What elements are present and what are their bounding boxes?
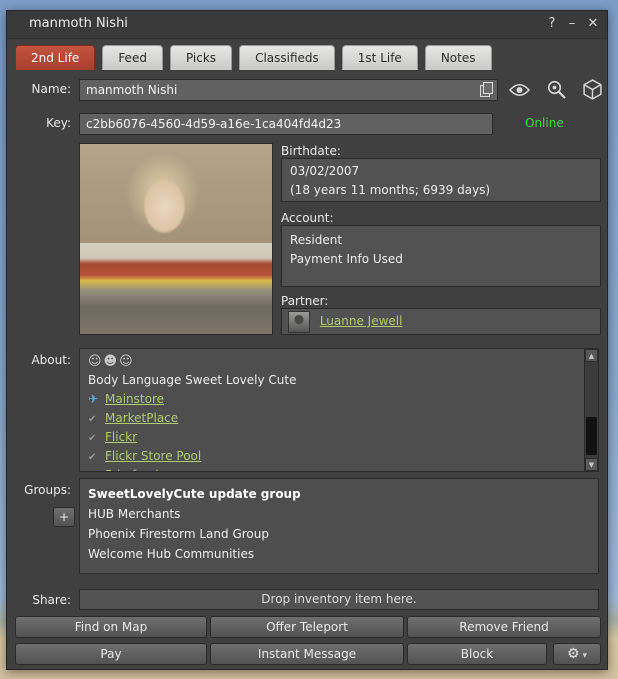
birthdate-label: Birthdate: <box>281 144 341 158</box>
link-check-icon: ✔ <box>88 467 105 471</box>
tab-2nd-life[interactable]: 2nd Life <box>15 45 96 70</box>
account-box: Resident Payment Info Used <box>281 225 601 287</box>
inventory-cube-icon[interactable] <box>579 78 605 100</box>
link-check-icon: ✔ <box>88 433 97 444</box>
tab-classifieds[interactable]: Classifieds <box>239 45 335 70</box>
add-group-button[interactable]: + <box>53 507 75 527</box>
groups-label: Groups: <box>24 483 71 497</box>
close-button[interactable]: ✕ <box>584 15 602 33</box>
copy-icon[interactable] <box>480 82 493 97</box>
window-title: manmoth Nishi <box>29 16 128 31</box>
key-label: Key: <box>46 116 71 130</box>
about-label: About: <box>31 353 71 367</box>
online-status: Online <box>525 116 564 130</box>
about-link-row-flickr-store-pool: ✔ Flickr Store Pool <box>88 447 576 466</box>
scroll-track[interactable] <box>585 362 598 458</box>
inventory-drop-target[interactable]: Drop inventory item here. <box>79 589 599 610</box>
about-link-flickr[interactable]: Flickr <box>105 430 137 444</box>
pay-button[interactable]: Pay <box>15 643 207 665</box>
remove-friend-button[interactable]: Remove Friend <box>407 616 601 638</box>
share-label: Share: <box>32 593 71 607</box>
account-type: Resident <box>290 233 343 247</box>
tab-feed[interactable]: Feed <box>102 45 163 70</box>
name-label: Name: <box>31 82 71 96</box>
paper-plane-icon: ✈ <box>88 392 99 406</box>
find-on-map-button[interactable]: Find on Map <box>15 616 207 638</box>
about-link-mainstore[interactable]: Mainstore <box>105 392 164 406</box>
chevron-down-icon: ▾ <box>582 651 588 661</box>
desktop-background: manmoth Nishi ? – ✕ 2nd Life Feed Picks … <box>0 0 618 679</box>
profile-photo[interactable] <box>79 143 273 335</box>
account-label: Account: <box>281 211 334 225</box>
about-link-marketplace[interactable]: MarketPlace <box>105 411 178 425</box>
about-emoticons: ☺☻☺ <box>88 354 135 369</box>
profile-window: manmoth Nishi ? – ✕ 2nd Life Feed Picks … <box>6 10 608 670</box>
account-payment-info: Payment Info Used <box>290 252 403 266</box>
offer-teleport-button[interactable]: Offer Teleport <box>210 616 404 638</box>
birthdate-value: 03/02/2007 <box>290 164 360 178</box>
link-check-icon: ✔ <box>88 452 97 463</box>
about-link-primfeed[interactable]: Primfeed <box>105 468 159 471</box>
instant-message-button[interactable]: Instant Message <box>210 643 404 665</box>
eye-icon[interactable] <box>506 79 532 101</box>
window-titlebar[interactable]: manmoth Nishi ? – ✕ <box>7 11 607 39</box>
groups-box: SweetLovelyCute update group HUB Merchan… <box>79 478 599 574</box>
name-input[interactable] <box>79 79 498 101</box>
about-box[interactable]: ☺☻☺ Body Language Sweet Lovely Cute ✈ Mai… <box>79 348 599 472</box>
birthdate-box: 03/02/2007 (18 years 11 months; 6939 day… <box>281 158 601 202</box>
group-item[interactable]: HUB Merchants <box>88 504 590 524</box>
scroll-up-icon[interactable]: ▲ <box>585 349 598 362</box>
link-check-icon: ✔ <box>88 414 97 425</box>
about-intro: Body Language Sweet Lovely Cute <box>88 373 297 387</box>
partner-label: Partner: <box>281 294 329 308</box>
partner-name-link[interactable]: Luanne Jewell <box>320 314 403 328</box>
partner-box: Luanne Jewell <box>281 308 601 335</box>
scroll-down-icon[interactable]: ▼ <box>585 458 598 471</box>
gear-icon: ⚙ <box>566 646 580 662</box>
inspect-magnifier-icon[interactable] <box>543 78 569 100</box>
profile-tabbar: 2nd Life Feed Picks Classifieds 1st Life… <box>15 45 492 70</box>
block-button[interactable]: Block <box>407 643 547 665</box>
tab-picks[interactable]: Picks <box>169 45 233 70</box>
help-button[interactable]: ? <box>543 15 561 33</box>
about-scrollbar[interactable]: ▲ ▼ <box>584 349 598 471</box>
group-item[interactable]: Phoenix Firestorm Land Group <box>88 524 590 544</box>
minimize-button[interactable]: – <box>563 15 581 33</box>
tab-1st-life[interactable]: 1st Life <box>341 45 418 70</box>
group-item[interactable]: Welcome Hub Communities <box>88 544 590 564</box>
about-link-flickr-store-pool[interactable]: Flickr Store Pool <box>105 449 201 463</box>
partner-avatar[interactable] <box>288 310 310 333</box>
group-item[interactable]: SweetLovelyCute update group <box>88 484 590 504</box>
about-link-row-marketplace: ✔ MarketPlace <box>88 409 576 428</box>
about-link-row-flickr: ✔ Flickr <box>88 428 576 447</box>
about-link-row-primfeed: ✔Primfeed <box>88 466 576 471</box>
birthdate-age: (18 years 11 months; 6939 days) <box>290 183 491 197</box>
key-input[interactable] <box>79 113 493 135</box>
scroll-thumb[interactable] <box>586 416 597 456</box>
about-content: ☺☻☺ Body Language Sweet Lovely Cute ✈ Mai… <box>80 349 584 471</box>
about-link-row-mainstore: ✈ Mainstore <box>88 390 576 409</box>
gear-menu-button[interactable]: ⚙ ▾ <box>553 643 601 665</box>
tab-notes[interactable]: Notes <box>424 45 492 70</box>
